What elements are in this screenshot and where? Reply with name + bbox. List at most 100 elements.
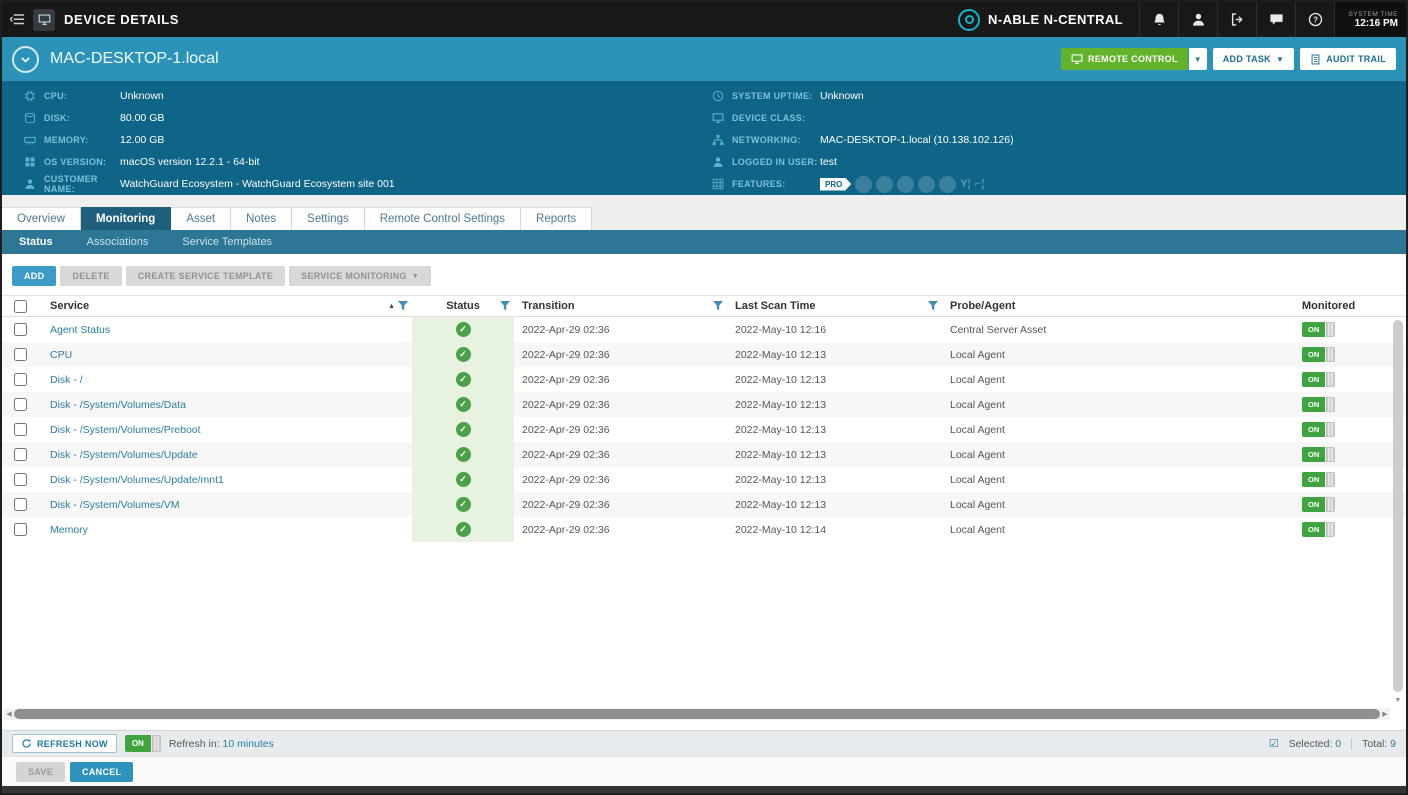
tab-overview[interactable]: Overview (2, 207, 81, 230)
tab-settings[interactable]: Settings (292, 207, 365, 230)
tab-asset[interactable]: Asset (171, 207, 231, 230)
scroll-down-arrow-icon[interactable]: ▼ (1392, 694, 1404, 706)
row-checkbox[interactable] (14, 448, 27, 461)
user-account-icon[interactable] (1178, 2, 1217, 37)
uptime-clock-icon (712, 90, 724, 102)
status-cell: ✓ (412, 317, 514, 342)
filter-icon[interactable] (928, 301, 938, 311)
networking-value: MAC-DESKTOP-1.local (10.138.102.126) (820, 134, 1014, 146)
n-able-logo-icon (958, 9, 980, 31)
service-link[interactable]: Disk - / (50, 374, 83, 386)
table-row: Disk - / ✓ 2022-Apr-29 02:36 2022-May-10… (2, 367, 1406, 392)
tab-monitoring[interactable]: Monitoring (81, 207, 171, 230)
brand-name: N-ABLE N-CENTRAL (988, 12, 1123, 27)
collapse-menu-icon[interactable] (2, 2, 32, 37)
tab-notes[interactable]: Notes (231, 207, 292, 230)
monitored-toggle[interactable]: ON (1302, 422, 1335, 437)
subtab-service-templates[interactable]: Service Templates (165, 230, 289, 254)
row-checkbox[interactable] (14, 523, 27, 536)
row-checkbox[interactable] (14, 373, 27, 386)
filter-icon[interactable] (713, 301, 723, 311)
add-task-button[interactable]: ADD TASK▼ (1213, 48, 1294, 70)
refresh-now-button[interactable]: REFRESH NOW (12, 734, 117, 753)
scroll-left-arrow-icon[interactable]: ◀ (4, 710, 14, 718)
filter-icon[interactable] (398, 301, 408, 311)
scroll-right-arrow-icon[interactable]: ▶ (1380, 710, 1390, 718)
service-link[interactable]: Memory (50, 524, 88, 536)
remote-control-dropdown-icon[interactable]: ▼ (1189, 48, 1207, 70)
logout-icon[interactable] (1217, 2, 1256, 37)
probe-agent-cell: Central Server Asset (942, 317, 1294, 342)
service-monitoring-button[interactable]: SERVICE MONITORING▼ (289, 266, 431, 286)
row-checkbox[interactable] (14, 473, 27, 486)
cancel-button[interactable]: CANCEL (70, 762, 133, 782)
table-row: Disk - /System/Volumes/Data ✓ 2022-Apr-2… (2, 392, 1406, 417)
row-checkbox[interactable] (14, 348, 27, 361)
help-icon[interactable] (1295, 2, 1334, 37)
os-version-icon (24, 156, 36, 168)
vertical-scrollbar-thumb[interactable] (1393, 320, 1403, 692)
info-label: MEMORY: (44, 135, 120, 145)
transition-cell: 2022-Apr-29 02:36 (514, 492, 727, 517)
monitored-toggle[interactable]: ON (1302, 522, 1335, 537)
column-header-transition[interactable]: Transition (514, 296, 727, 316)
last-scan-cell: 2022-May-10 12:13 (727, 417, 942, 442)
notifications-bell-icon[interactable] (1139, 2, 1178, 37)
monitored-toggle[interactable]: ON (1302, 472, 1335, 487)
auto-refresh-toggle[interactable]: ON (125, 735, 161, 752)
last-scan-cell: 2022-May-10 12:13 (727, 442, 942, 467)
column-header-monitored: Monitored (1294, 296, 1406, 316)
row-checkbox[interactable] (14, 398, 27, 411)
customer-icon (24, 178, 36, 190)
monitored-toggle[interactable]: ON (1302, 397, 1335, 412)
monitored-toggle[interactable]: ON (1302, 372, 1335, 387)
row-checkbox[interactable] (14, 423, 27, 436)
delete-button[interactable]: DELETE (60, 266, 121, 286)
service-link[interactable]: Disk - /System/Volumes/Update/mnt1 (50, 474, 224, 486)
create-service-template-button[interactable]: CREATE SERVICE TEMPLATE (126, 266, 285, 286)
monitored-toggle[interactable]: ON (1302, 347, 1335, 362)
add-button[interactable]: ADD (12, 266, 56, 286)
service-table-body: Agent Status ✓ 2022-Apr-29 02:36 2022-Ma… (2, 317, 1406, 542)
probe-agent-cell: Local Agent (942, 342, 1294, 367)
select-all-checkbox[interactable] (14, 300, 27, 313)
row-checkbox[interactable] (14, 323, 27, 336)
probe-agent-cell: Local Agent (942, 492, 1294, 517)
horizontal-scrollbar-thumb[interactable] (14, 709, 1380, 719)
chat-icon[interactable] (1256, 2, 1295, 37)
service-link[interactable]: Disk - /System/Volumes/Update (50, 449, 198, 461)
remote-control-button[interactable]: REMOTE CONTROL (1061, 48, 1188, 70)
service-link[interactable]: Disk - /System/Volumes/VM (50, 499, 180, 511)
audit-trail-button[interactable]: AUDIT TRAIL (1300, 48, 1396, 70)
device-info-left-column: CPU: Unknown DISK: 80.00 GB MEMORY: 12.0… (2, 85, 702, 195)
last-scan-cell: 2022-May-10 12:13 (727, 492, 942, 517)
service-link[interactable]: Disk - /System/Volumes/Data (50, 399, 186, 411)
monitored-toggle[interactable]: ON (1302, 497, 1335, 512)
column-header-status[interactable]: Status (412, 296, 514, 316)
service-link[interactable]: Disk - /System/Volumes/Preboot (50, 424, 201, 436)
filter-icon[interactable] (500, 301, 510, 311)
subtab-associations[interactable]: Associations (70, 230, 166, 254)
status-ok-icon: ✓ (456, 347, 471, 362)
service-link[interactable]: CPU (50, 349, 72, 361)
logged-in-user-icon (712, 156, 724, 168)
device-details-screen: DEVICE DETAILS N-ABLE N-CENTRAL SYSTEM T… (0, 0, 1408, 795)
sort-ascending-icon[interactable]: ▲ (388, 303, 395, 310)
info-label: NETWORKING: (732, 135, 820, 145)
column-header-probe-agent[interactable]: Probe/Agent (942, 296, 1294, 316)
service-link[interactable]: Agent Status (50, 324, 110, 336)
collapse-device-info-icon[interactable] (12, 46, 39, 73)
tab-reports[interactable]: Reports (521, 207, 592, 230)
column-header-last-scan-time[interactable]: Last Scan Time (727, 296, 942, 316)
save-button[interactable]: SAVE (16, 762, 65, 782)
status-cell: ✓ (412, 467, 514, 492)
feature-glyph-icon: ⌐¦ (975, 178, 985, 190)
tab-remote-control-settings[interactable]: Remote Control Settings (365, 207, 521, 230)
subtab-status[interactable]: Status (2, 230, 70, 254)
column-header-service[interactable]: Service ▲ (42, 296, 412, 316)
page-title: DEVICE DETAILS (64, 12, 179, 27)
row-checkbox[interactable] (14, 498, 27, 511)
refresh-interval-link[interactable]: 10 minutes (223, 738, 274, 750)
monitored-toggle[interactable]: ON (1302, 447, 1335, 462)
monitored-toggle[interactable]: ON (1302, 322, 1335, 337)
